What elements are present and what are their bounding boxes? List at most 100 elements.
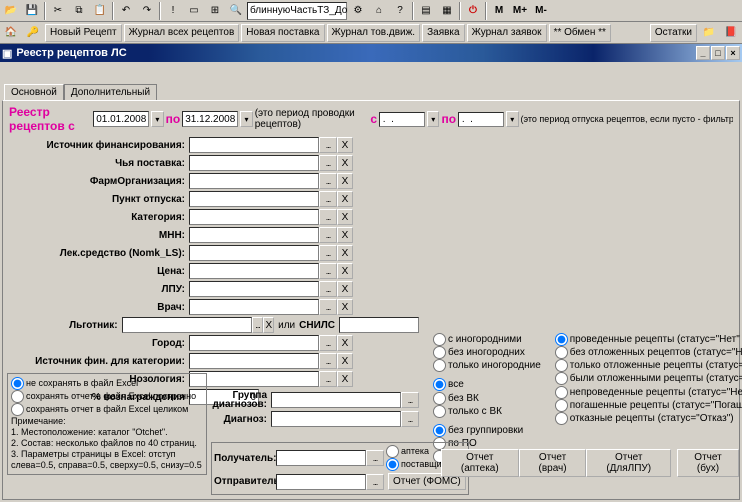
input-lpu[interactable] [189,281,319,297]
input-noz[interactable] [189,371,319,387]
tab-main[interactable]: Основной [4,84,64,100]
input-cat[interactable] [189,209,319,225]
radio-st-6[interactable]: погашенные рецепты (статус="Погашен") [555,399,742,412]
run-icon[interactable]: ! [163,1,183,21]
pick-sender[interactable]: ... [366,474,384,490]
clear-fin[interactable]: X [337,137,353,153]
input-fin[interactable] [189,137,319,153]
radio-vk-3[interactable]: только с ВК [433,405,541,418]
input-price[interactable] [189,263,319,279]
copy-icon[interactable]: ⧉ [69,1,89,21]
input-mnn[interactable] [189,227,319,243]
input-diag-group[interactable] [271,392,401,408]
radio-city-3[interactable]: только иногородние [433,359,541,372]
input-supply[interactable] [189,155,319,171]
pick-city[interactable]: ... [319,335,337,351]
report-buh-button[interactable]: Отчет (бух) [677,449,739,477]
report-apteka-button[interactable]: Отчет (аптека) [441,449,519,477]
cut-icon[interactable]: ✂ [48,1,68,21]
pick-mnn[interactable]: ... [319,227,337,243]
pick-fincat[interactable]: ... [319,353,337,369]
date-to[interactable] [182,111,238,127]
pick-benef[interactable]: ... [252,317,264,333]
new-delivery-button[interactable]: Новая поставка [241,24,324,42]
pick-pharm[interactable]: ... [319,173,337,189]
clear-supply[interactable]: X [337,155,353,171]
clear-price[interactable]: X [337,263,353,279]
window-icon[interactable]: ⊞ [205,1,225,21]
recipient-opt-apteka[interactable]: аптека [386,445,446,458]
input-benef[interactable] [122,317,252,333]
minimize-button[interactable]: _ [696,46,710,60]
app-folder-icon[interactable]: 📁 [699,23,719,43]
clear-noz[interactable]: X [337,371,353,387]
paste-icon[interactable]: 📋 [90,1,110,21]
maximize-button[interactable]: □ [711,46,725,60]
clear-city[interactable]: X [337,335,353,351]
tool-icon-3[interactable]: ? [390,1,410,21]
pick-recipient[interactable]: ... [366,450,384,466]
date-from[interactable] [93,111,149,127]
redo-icon[interactable]: ↷ [137,1,157,21]
pick-doctor[interactable]: ... [319,299,337,315]
radio-st-1[interactable]: проведенные рецепты (статус="Нет" и "Был… [555,333,742,346]
app-home-icon[interactable]: 🏠 [1,23,21,43]
input-city[interactable] [189,335,319,351]
input-med[interactable] [189,245,319,261]
pick-med[interactable]: ... [319,245,337,261]
input-sender[interactable] [276,474,366,490]
app-key-icon[interactable]: 🔑 [23,23,43,43]
radio-st-3[interactable]: только отложенные рецепты (статус="Да") [555,359,742,372]
clear-lpu[interactable]: X [337,281,353,297]
pick-cat[interactable]: ... [319,209,337,225]
journal-tov-button[interactable]: Журнал тов.движ. [327,24,421,42]
excel-opt3[interactable]: сохранять отчет в файл Excel целиком [11,403,203,416]
tab-extra[interactable]: Дополнительный [64,84,157,100]
clear-punkt[interactable]: X [337,191,353,207]
save-icon[interactable]: 💾 [22,1,42,21]
pick-noz[interactable]: ... [319,371,337,387]
input-punkt[interactable] [189,191,319,207]
tool-icon-1[interactable]: ⚙ [348,1,368,21]
m-plus-button[interactable]: M+ [510,1,530,21]
date2-to[interactable] [458,112,504,127]
date-from-pick[interactable]: ▾ [151,111,163,127]
input-snils[interactable] [339,317,419,333]
report-lpu-button[interactable]: Отчет (ДляЛПУ) [586,449,671,477]
radio-city-1[interactable]: с иногородними [433,333,541,346]
excel-opt1[interactable]: не сохранять в файл Excel [11,377,203,390]
toolbar-combo[interactable]: блиннуюЧастьТЗ_Доп▾ [247,2,347,20]
input-fincat[interactable] [189,353,319,369]
pick-supply[interactable]: ... [319,155,337,171]
exchange-button[interactable]: ** Обмен ** [549,24,611,42]
journal-all-button[interactable]: Журнал всех рецептов [124,24,240,42]
input-pharm[interactable] [189,173,319,189]
radio-st-5[interactable]: непроведенные рецепты (статус="Нет" и "Б… [555,386,742,399]
clear-cat[interactable]: X [337,209,353,225]
date2-from[interactable] [379,112,425,127]
date2-from-pick[interactable]: ▾ [427,111,439,127]
clear-pharm[interactable]: X [337,173,353,189]
exit-icon[interactable]: ⏻ [463,1,483,21]
pick-diag-group[interactable]: ... [401,392,419,408]
m-button[interactable]: M [489,1,509,21]
m-minus-button[interactable]: M- [531,1,551,21]
radio-vk-2[interactable]: без ВК [433,392,541,405]
radio-st-4[interactable]: были отложенными рецепты (статус="Был") [555,372,742,385]
radio-city-2[interactable]: без иногородних [433,346,541,359]
find-icon[interactable]: 🔍 [226,1,246,21]
pick-fin[interactable]: ... [319,137,337,153]
radio-st-2[interactable]: без отложенных рецептов (статус="Нет") [555,346,742,359]
radio-st-7[interactable]: отказные рецепты (статус="Отказ") [555,412,742,425]
recipient-opt-supplier[interactable]: поставщик [386,458,446,471]
undo-icon[interactable]: ↶ [116,1,136,21]
tool-icon-2[interactable]: ⌂ [369,1,389,21]
journal-req-button[interactable]: Журнал заявок [467,24,547,42]
clear-benef[interactable]: X [263,317,274,333]
clear-med[interactable]: X [337,245,353,261]
open-icon[interactable]: 📂 [1,1,21,21]
pick-punkt[interactable]: ... [319,191,337,207]
view-icon-1[interactable]: ▤ [416,1,436,21]
pick-lpu[interactable]: ... [319,281,337,297]
input-diag[interactable] [271,411,401,427]
